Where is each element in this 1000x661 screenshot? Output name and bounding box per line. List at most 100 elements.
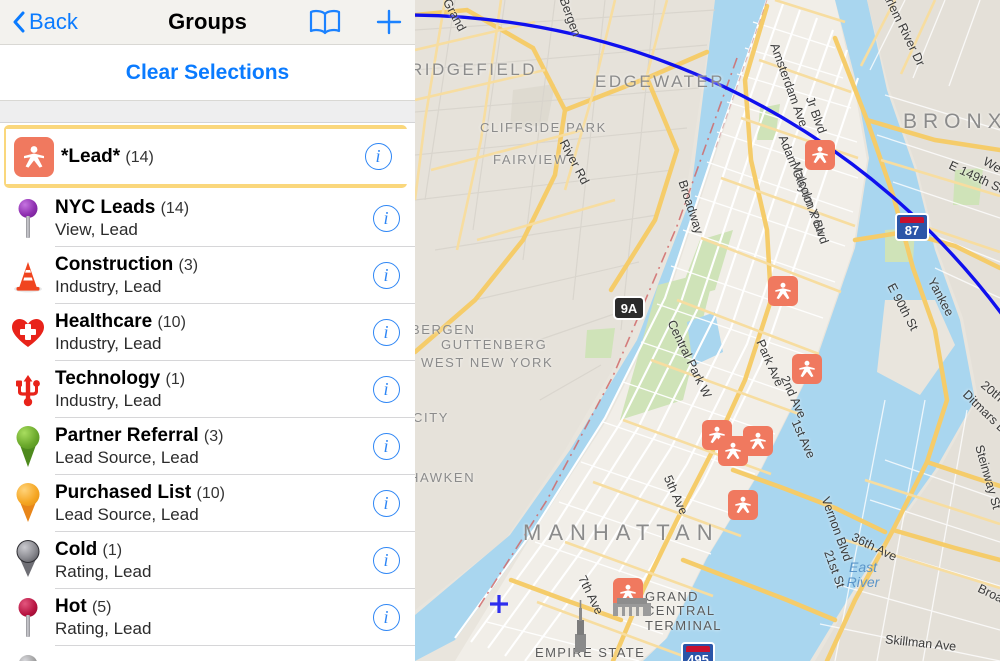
row-icon <box>0 646 55 661</box>
list-item-cold[interactable]: Cold (1) Rating, Lead i <box>0 532 415 589</box>
person-glyph <box>23 145 44 168</box>
person-glyph <box>799 360 815 378</box>
info-icon: i <box>372 604 400 631</box>
map-place-label: GUTTENBERG <box>441 337 548 352</box>
row-title: Hot (5) <box>55 596 357 618</box>
list-item-nyc-leads[interactable]: NYC Leads (14) View, Lead i <box>0 190 415 247</box>
row-title: *Lead* (14) <box>61 146 349 168</box>
row-icon <box>0 532 55 589</box>
route-shield-87: 87 <box>895 213 929 241</box>
map-marker[interactable] <box>728 490 758 520</box>
navigation-bar: Back Groups <box>0 0 415 45</box>
map-place-label: FAIRVIEW <box>493 152 568 167</box>
empire-state-building-icon <box>575 600 586 652</box>
info-button[interactable]: i <box>357 532 415 589</box>
map-marker[interactable] <box>743 426 773 456</box>
book-icon[interactable] <box>309 9 341 36</box>
row-subtitle: View, Lead <box>55 219 138 239</box>
info-icon: i <box>372 205 400 232</box>
map-marker[interactable] <box>768 276 798 306</box>
clear-selections-label: Clear Selections <box>125 60 290 84</box>
app-screen: Back Groups Clear Selections *Lead* (14)… <box>0 0 1000 661</box>
row-title-text: Technology <box>55 367 161 389</box>
map-place-label: CITY <box>415 410 450 425</box>
info-icon: i <box>372 490 400 517</box>
row-count: (14) <box>160 199 190 217</box>
list-item-construction[interactable]: Construction (3) Industry, Lead i <box>0 247 415 304</box>
info-icon: i <box>364 143 392 170</box>
navbar-actions <box>309 8 403 36</box>
info-button[interactable]: i <box>349 129 407 184</box>
row-icon <box>0 304 55 361</box>
pin-icon <box>11 653 45 661</box>
pin-head <box>16 425 39 449</box>
row-title-text: Hot <box>55 595 87 617</box>
map-marker[interactable] <box>805 140 835 170</box>
info-icon: i <box>372 319 400 346</box>
green-balloon-pin-icon <box>11 425 45 469</box>
row-title-text: Construction <box>55 253 174 275</box>
table-row[interactable]: *Lead* (14) i <box>6 129 407 184</box>
info-button[interactable]: i <box>357 190 415 247</box>
clear-selections-bar[interactable]: Clear Selections <box>0 45 415 101</box>
info-button[interactable]: i <box>357 418 415 475</box>
map-view[interactable]: RIDGEFIELD EDGEWATER CLIFFSIDE PARK FAIR… <box>415 0 1000 661</box>
list-item-partial[interactable]: W i <box>0 646 415 661</box>
info-icon: i <box>372 262 400 289</box>
plus-glyph <box>376 9 402 35</box>
info-button[interactable]: i <box>357 646 415 661</box>
row-title-text: Cold <box>55 538 98 560</box>
info-button[interactable]: i <box>357 361 415 418</box>
list-item-hot[interactable]: Hot (5) Rating, Lead i <box>0 589 415 646</box>
crosshair-marker-icon[interactable] <box>489 594 509 614</box>
section-gap <box>0 101 415 123</box>
map-place-label: BRONX <box>903 110 1000 133</box>
info-button[interactable]: i <box>357 247 415 304</box>
row-title: Purchased List (10) <box>55 482 357 504</box>
row-icon <box>6 129 61 184</box>
row-text: Technology (1) Industry, Lead <box>55 368 357 411</box>
person-glyph <box>812 146 828 164</box>
info-button[interactable]: i <box>357 589 415 646</box>
map-place-label: BERGEN <box>415 322 476 337</box>
book-glyph <box>309 9 341 34</box>
map-marker[interactable] <box>792 354 822 384</box>
list-item-purchased-list[interactable]: Purchased List (10) Lead Source, Lead i <box>0 475 415 532</box>
info-button[interactable]: i <box>357 475 415 532</box>
row-subtitle: Industry, Lead <box>55 390 162 410</box>
row-subtitle: Industry, Lead <box>55 333 162 353</box>
person-square-icon <box>13 136 54 177</box>
row-title: Technology (1) <box>55 368 357 390</box>
info-button[interactable]: i <box>357 304 415 361</box>
row-text: Partner Referral (3) Lead Source, Lead <box>55 425 357 468</box>
route-shield-495: 495 <box>681 642 715 661</box>
purple-pin-icon <box>11 197 45 241</box>
row-icon <box>0 190 55 247</box>
row-icon <box>0 247 55 304</box>
back-button[interactable]: Back <box>12 9 78 35</box>
list-item-partner-referral[interactable]: Partner Referral (3) Lead Source, Lead i <box>0 418 415 475</box>
person-glyph <box>750 432 766 450</box>
info-icon: i <box>372 433 400 460</box>
list-item-selected[interactable]: *Lead* (14) i <box>0 123 415 190</box>
row-text: Healthcare (10) Industry, Lead <box>55 311 357 354</box>
row-title: Partner Referral (3) <box>55 425 357 447</box>
row-title-text: NYC Leads <box>55 196 156 218</box>
row-icon <box>0 475 55 532</box>
pin-stick <box>25 215 30 238</box>
groups-panel: Back Groups Clear Selections *Lead* (14)… <box>0 0 415 661</box>
grand-central-terminal-icon <box>613 598 651 616</box>
row-subtitle: Rating, Lead <box>55 561 152 581</box>
row-title: Cold (1) <box>55 539 357 561</box>
list-item-technology[interactable]: Technology (1) Industry, Lead i <box>0 361 415 418</box>
map-place-label: RIDGEFIELD <box>415 60 538 79</box>
row-text: *Lead* (14) <box>61 146 349 168</box>
row-subtitle: Lead Source, Lead <box>55 447 199 467</box>
row-count: (5) <box>91 598 112 616</box>
person-glyph <box>725 442 741 460</box>
row-count: (14) <box>125 148 154 166</box>
pin-head <box>16 482 39 506</box>
plus-icon[interactable] <box>375 8 403 36</box>
list-item-healthcare[interactable]: Healthcare (10) Industry, Lead i <box>0 304 415 361</box>
person-glyph <box>775 282 791 300</box>
